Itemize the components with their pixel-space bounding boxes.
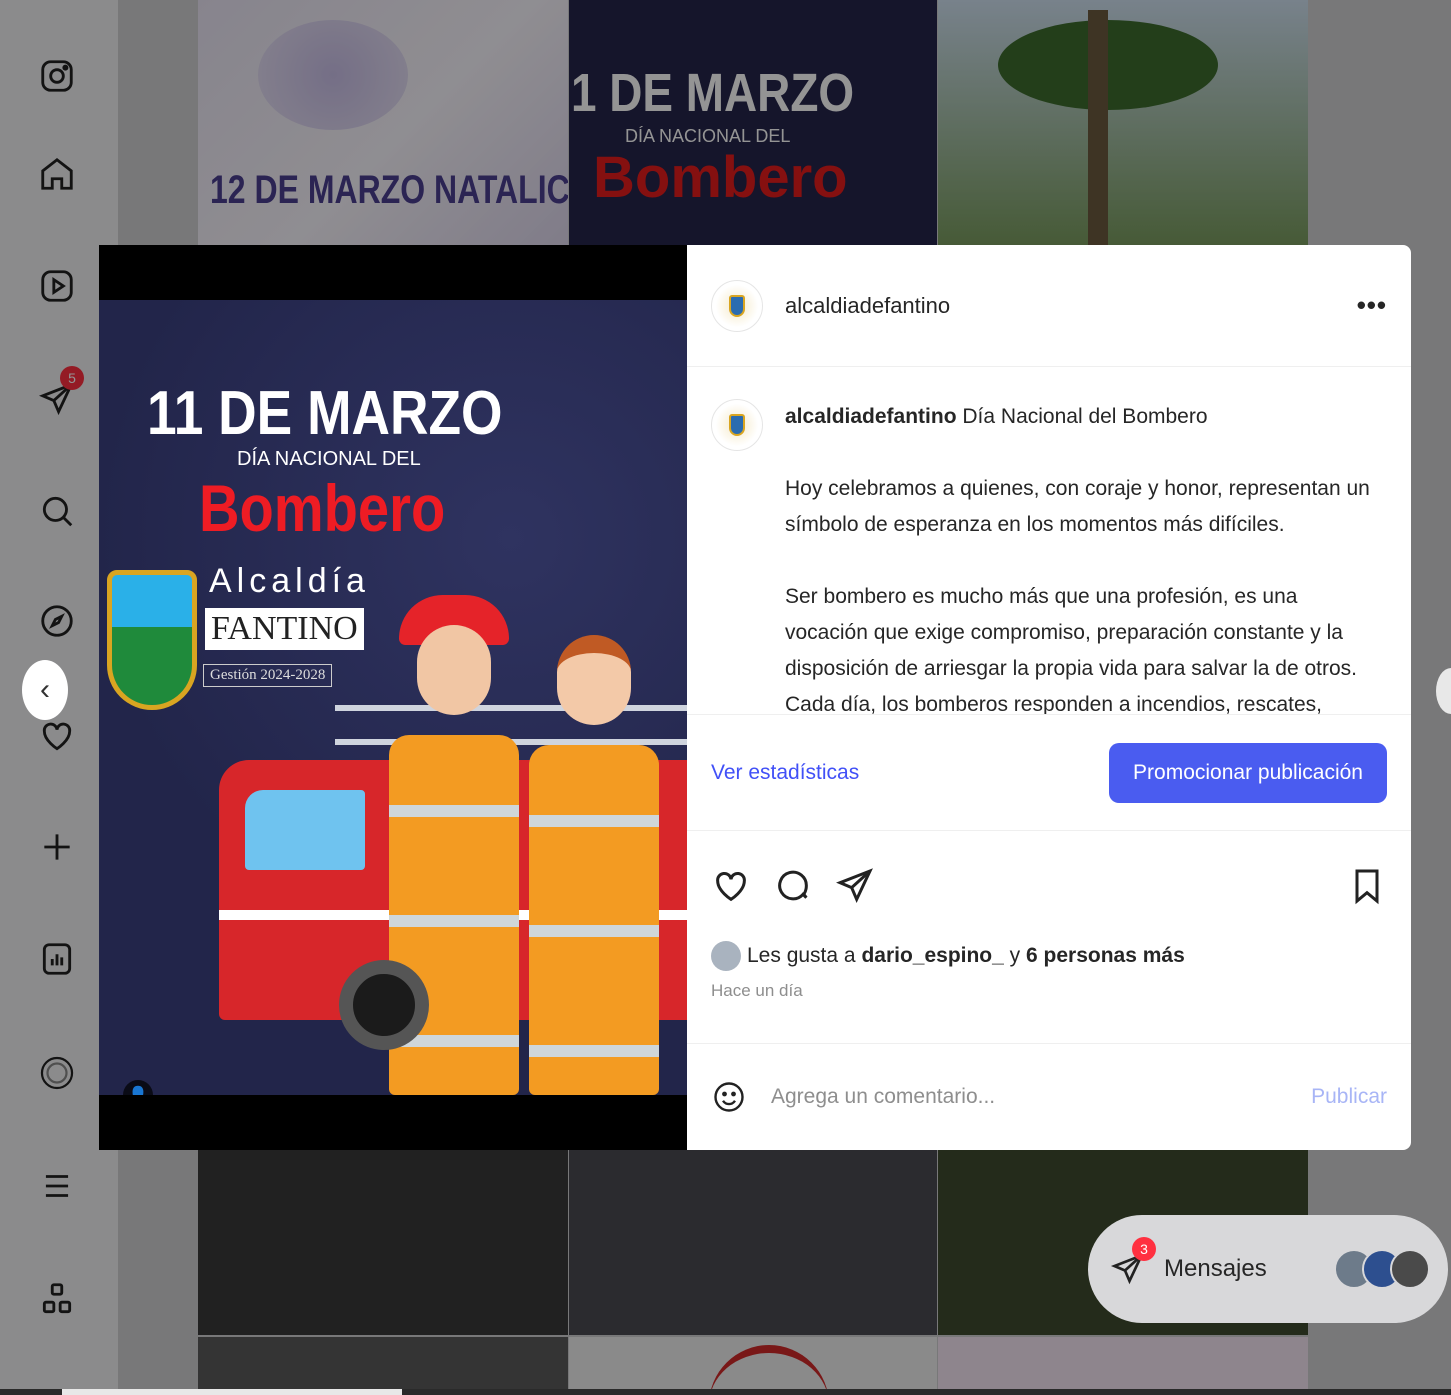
view-insights-link[interactable]: Ver estadísticas [711, 761, 859, 785]
post-image: 11 DE MARZO DÍA NACIONAL DEL Bombero Alc… [99, 300, 687, 1095]
message-avatars [1334, 1249, 1430, 1289]
caption-paragraph: Ser bombero es mucho más que una profesi… [785, 585, 1357, 715]
caption-title: Día Nacional del Bombero [962, 405, 1208, 428]
emoji-icon[interactable] [711, 1079, 747, 1115]
firefighter-woman-illustration [529, 635, 659, 1095]
avatar[interactable] [711, 279, 763, 332]
liker-avatar[interactable] [711, 941, 741, 971]
truck-window [245, 790, 365, 870]
face [557, 635, 631, 725]
poster-fantino: FANTINO [205, 608, 364, 650]
poster-gestion: Gestión 2024-2028 [203, 664, 333, 687]
reflective-band [529, 925, 659, 937]
post-header: alcaldiadefantino ••• [687, 245, 1411, 367]
face [417, 625, 491, 715]
comment-icon[interactable] [773, 866, 813, 906]
poster-alcaldia: Alcaldía [209, 562, 370, 600]
taskbar-highlight [62, 1389, 402, 1395]
comment-input[interactable]: Agrega un comentario... [771, 1085, 995, 1109]
likes-others[interactable]: 6 personas más [1026, 944, 1185, 968]
post-details-panel: alcaldiadefantino ••• alcaldiadefantino … [687, 245, 1411, 1150]
taskbar-strip [0, 1389, 1451, 1395]
likes-joiner: y [1009, 944, 1021, 967]
messages-badge: 3 [1132, 1237, 1156, 1261]
truck-wheel [339, 960, 429, 1050]
caption-username[interactable]: alcaldiadefantino [785, 405, 957, 428]
reflective-band [529, 1045, 659, 1057]
reflective-band [389, 915, 519, 927]
poster-date: 11 DE MARZO [147, 379, 503, 448]
caption-heading: alcaldiadefantino Día Nacional del Bombe… [785, 399, 1208, 451]
more-options-icon[interactable]: ••• [1357, 290, 1387, 321]
post-username[interactable]: alcaldiadefantino [785, 293, 950, 319]
post-timestamp: Hace un día [711, 981, 803, 1000]
municipal-shield-logo [107, 570, 197, 710]
likes-user[interactable]: dario_espino_ [861, 944, 1003, 968]
share-icon[interactable] [835, 866, 875, 906]
post-actions [687, 831, 1411, 941]
like-icon[interactable] [711, 866, 751, 906]
post-media: 11 DE MARZO DÍA NACIONAL DEL Bombero Alc… [99, 245, 687, 1150]
chevron-left-icon: ‹ [40, 673, 50, 706]
shield-icon [729, 414, 745, 436]
post-caption: alcaldiadefantino Día Nacional del Bombe… [687, 367, 1411, 715]
messages-label: Mensajes [1164, 1255, 1267, 1282]
tagged-user-icon[interactable]: 👤 [123, 1080, 153, 1095]
shield-icon [729, 294, 745, 317]
caption-paragraph: Hoy celebramos a quienes, con coraje y h… [785, 477, 1370, 536]
poster-title: Bombero [199, 471, 446, 545]
previous-post-button[interactable]: ‹ [22, 660, 68, 720]
publish-comment-button[interactable]: Publicar [1311, 1085, 1387, 1109]
comment-bar: Agrega un comentario... Publicar [687, 1043, 1411, 1150]
likes-summary: Les gusta a dario_espino_ y 6 personas m… [687, 941, 1411, 971]
promote-post-button[interactable]: Promocionar publicación [1109, 742, 1387, 803]
avatar [1390, 1249, 1430, 1289]
save-icon[interactable] [1347, 866, 1387, 906]
messages-dock[interactable]: 3 Mensajes [1088, 1215, 1448, 1323]
likes-prefix: Les gusta a [747, 944, 856, 967]
reflective-band [389, 805, 519, 817]
poster-subtitle: DÍA NACIONAL DEL [237, 448, 421, 470]
insights-bar: Ver estadísticas Promocionar publicación [687, 715, 1411, 831]
avatar[interactable] [711, 399, 763, 451]
reflective-band [529, 815, 659, 827]
